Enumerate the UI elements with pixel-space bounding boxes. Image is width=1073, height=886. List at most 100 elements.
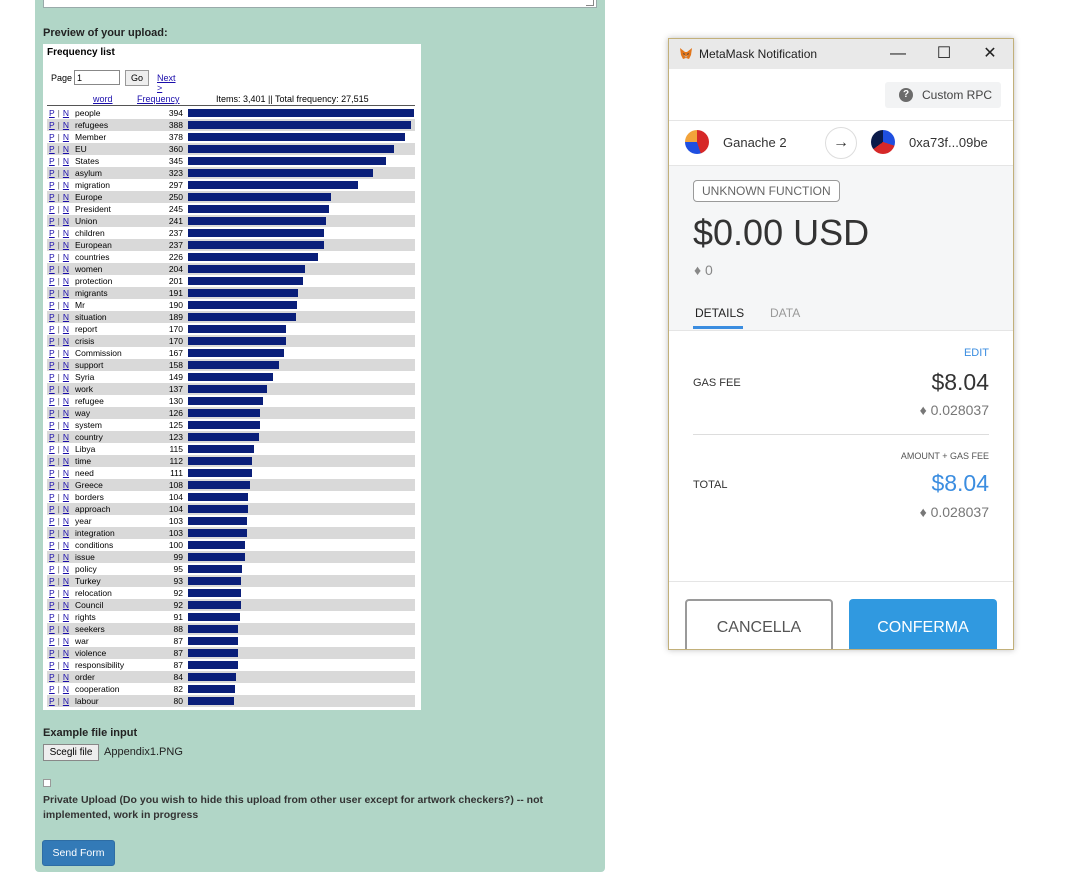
send-form-button[interactable]: Send Form xyxy=(42,840,115,866)
p-link[interactable]: P xyxy=(49,180,55,190)
p-link[interactable]: P xyxy=(49,228,55,238)
p-link[interactable]: P xyxy=(49,324,55,334)
p-link[interactable]: P xyxy=(49,156,55,166)
page-input[interactable] xyxy=(74,70,120,85)
p-link[interactable]: P xyxy=(49,360,55,370)
n-link[interactable]: N xyxy=(63,360,69,370)
p-link[interactable]: P xyxy=(49,696,55,706)
n-link[interactable]: N xyxy=(63,120,69,130)
n-link[interactable]: N xyxy=(63,324,69,334)
p-link[interactable]: P xyxy=(49,528,55,538)
n-link[interactable]: N xyxy=(63,216,69,226)
p-link[interactable]: P xyxy=(49,240,55,250)
go-button[interactable]: Go xyxy=(125,70,149,86)
p-link[interactable]: P xyxy=(49,336,55,346)
n-link[interactable]: N xyxy=(63,600,69,610)
p-link[interactable]: P xyxy=(49,636,55,646)
close-icon[interactable]: ✕ xyxy=(980,44,1000,64)
p-link[interactable]: P xyxy=(49,468,55,478)
p-link[interactable]: P xyxy=(49,216,55,226)
p-link[interactable]: P xyxy=(49,552,55,562)
next-page-link[interactable]: Next > xyxy=(157,73,176,93)
n-link[interactable]: N xyxy=(63,252,69,262)
n-link[interactable]: N xyxy=(63,384,69,394)
p-link[interactable]: P xyxy=(49,564,55,574)
p-link[interactable]: P xyxy=(49,252,55,262)
n-link[interactable]: N xyxy=(63,168,69,178)
n-link[interactable]: N xyxy=(63,192,69,202)
n-link[interactable]: N xyxy=(63,612,69,622)
n-link[interactable]: N xyxy=(63,528,69,538)
p-link[interactable]: P xyxy=(49,660,55,670)
p-link[interactable]: P xyxy=(49,588,55,598)
n-link[interactable]: N xyxy=(63,564,69,574)
p-link[interactable]: P xyxy=(49,108,55,118)
private-upload-checkbox[interactable] xyxy=(43,779,51,787)
n-link[interactable]: N xyxy=(63,264,69,274)
p-link[interactable]: P xyxy=(49,300,55,310)
n-link[interactable]: N xyxy=(63,180,69,190)
p-link[interactable]: P xyxy=(49,348,55,358)
description-textarea[interactable] xyxy=(43,0,597,8)
p-link[interactable]: P xyxy=(49,480,55,490)
n-link[interactable]: N xyxy=(63,348,69,358)
p-link[interactable]: P xyxy=(49,516,55,526)
p-link[interactable]: P xyxy=(49,612,55,622)
p-link[interactable]: P xyxy=(49,384,55,394)
sort-by-word-link[interactable]: word xyxy=(93,94,113,104)
n-link[interactable]: N xyxy=(63,144,69,154)
n-link[interactable]: N xyxy=(63,240,69,250)
confirm-button[interactable]: CONFERMA xyxy=(849,599,997,649)
n-link[interactable]: N xyxy=(63,420,69,430)
n-link[interactable]: N xyxy=(63,672,69,682)
n-link[interactable]: N xyxy=(63,648,69,658)
p-link[interactable]: P xyxy=(49,540,55,550)
n-link[interactable]: N xyxy=(63,504,69,514)
n-link[interactable]: N xyxy=(63,132,69,142)
n-link[interactable]: N xyxy=(63,492,69,502)
p-link[interactable]: P xyxy=(49,576,55,586)
n-link[interactable]: N xyxy=(63,432,69,442)
p-link[interactable]: P xyxy=(49,288,55,298)
p-link[interactable]: P xyxy=(49,672,55,682)
p-link[interactable]: P xyxy=(49,192,55,202)
n-link[interactable]: N xyxy=(63,636,69,646)
p-link[interactable]: P xyxy=(49,264,55,274)
p-link[interactable]: P xyxy=(49,276,55,286)
cancel-button[interactable]: CANCELLA xyxy=(685,599,833,649)
n-link[interactable]: N xyxy=(63,108,69,118)
p-link[interactable]: P xyxy=(49,120,55,130)
recipient-address[interactable]: 0xa73f...09be xyxy=(909,135,988,150)
tab-data[interactable]: DATA xyxy=(770,306,800,320)
p-link[interactable]: P xyxy=(49,396,55,406)
custom-rpc-button[interactable]: ? Custom RPC xyxy=(885,82,1001,108)
p-link[interactable]: P xyxy=(49,648,55,658)
p-link[interactable]: P xyxy=(49,312,55,322)
p-link[interactable]: P xyxy=(49,204,55,214)
n-link[interactable]: N xyxy=(63,696,69,706)
p-link[interactable]: P xyxy=(49,432,55,442)
n-link[interactable]: N xyxy=(63,228,69,238)
n-link[interactable]: N xyxy=(63,684,69,694)
choose-file-button[interactable]: Scegli file xyxy=(43,744,99,761)
n-link[interactable]: N xyxy=(63,480,69,490)
p-link[interactable]: P xyxy=(49,624,55,634)
minimize-icon[interactable]: — xyxy=(888,44,908,64)
p-link[interactable]: P xyxy=(49,420,55,430)
p-link[interactable]: P xyxy=(49,600,55,610)
p-link[interactable]: P xyxy=(49,504,55,514)
p-link[interactable]: P xyxy=(49,684,55,694)
n-link[interactable]: N xyxy=(63,288,69,298)
p-link[interactable]: P xyxy=(49,132,55,142)
p-link[interactable]: P xyxy=(49,492,55,502)
n-link[interactable]: N xyxy=(63,336,69,346)
n-link[interactable]: N xyxy=(63,624,69,634)
tab-details[interactable]: DETAILS xyxy=(695,306,744,320)
maximize-icon[interactable]: ☐ xyxy=(934,44,954,64)
n-link[interactable]: N xyxy=(63,408,69,418)
p-link[interactable]: P xyxy=(49,168,55,178)
n-link[interactable]: N xyxy=(63,204,69,214)
n-link[interactable]: N xyxy=(63,372,69,382)
p-link[interactable]: P xyxy=(49,144,55,154)
n-link[interactable]: N xyxy=(63,276,69,286)
